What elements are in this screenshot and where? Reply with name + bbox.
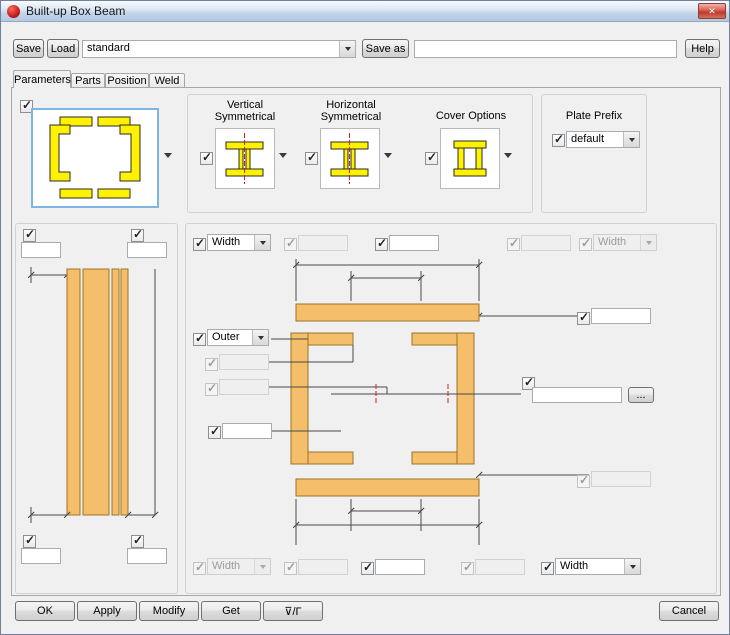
main-profile-preview[interactable] bbox=[31, 108, 159, 208]
chevron-down-icon bbox=[624, 559, 640, 574]
close-icon: ✕ bbox=[708, 6, 716, 17]
horizontal-symmetrical-preview[interactable] bbox=[320, 128, 380, 189]
section-top-field3 bbox=[521, 235, 571, 251]
elevation-top-right-checkbox[interactable] bbox=[131, 229, 144, 242]
horizontal-symmetrical-dropdown-arrow[interactable] bbox=[384, 153, 392, 158]
plate-prefix-combo[interactable]: default bbox=[566, 131, 640, 148]
apply-button[interactable]: Apply bbox=[77, 601, 137, 621]
elevation-top-left-field[interactable] bbox=[21, 242, 61, 258]
section-right-top-checkbox[interactable] bbox=[577, 312, 590, 325]
elevation-top-right-field[interactable] bbox=[127, 242, 167, 258]
section-bottom-field2-checkbox[interactable] bbox=[361, 562, 374, 575]
section-bottom-width-right-combo[interactable]: Width bbox=[555, 558, 641, 575]
vertical-symmetry-thumbnail bbox=[216, 129, 274, 188]
section-right-top-field[interactable] bbox=[591, 308, 651, 324]
horizontal-symmetry-thumbnail bbox=[321, 129, 379, 188]
vertical-symmetrical-label: Vertical Symmetrical bbox=[213, 99, 277, 123]
elevation-bottom-right-checkbox[interactable] bbox=[131, 535, 144, 548]
profile-combo[interactable]: standard bbox=[82, 40, 356, 58]
main-profile-dropdown-arrow[interactable] bbox=[164, 153, 172, 158]
box-section-drawing bbox=[191, 253, 711, 553]
section-bottom-width-right-checkbox[interactable] bbox=[541, 562, 554, 575]
section-left-field3[interactable] bbox=[222, 423, 272, 439]
section-top-width-checkbox[interactable] bbox=[193, 238, 206, 251]
save-button[interactable]: Save bbox=[13, 39, 44, 58]
built-up-box-beam-dialog: Built-up Box Beam ✕ Save Load standard S… bbox=[0, 0, 730, 635]
vertical-symmetrical-preview[interactable] bbox=[215, 128, 275, 189]
elevation-top-left-checkbox[interactable] bbox=[23, 229, 36, 242]
tab-position[interactable]: Position bbox=[105, 73, 149, 87]
section-bottom-field3 bbox=[475, 559, 525, 575]
tab-parts[interactable]: Parts bbox=[71, 73, 105, 87]
get-button[interactable]: Get bbox=[201, 601, 261, 621]
section-right-bottom-field bbox=[591, 471, 651, 487]
section-left-field1 bbox=[219, 354, 269, 370]
beam-elevation-drawing bbox=[21, 263, 163, 531]
vertical-symmetrical-checkbox[interactable] bbox=[200, 152, 213, 165]
save-as-button[interactable]: Save as bbox=[362, 39, 409, 58]
section-left-field2 bbox=[219, 379, 269, 395]
chevron-down-icon bbox=[252, 330, 268, 345]
plate-prefix-checkbox[interactable] bbox=[552, 134, 565, 147]
tab-weld[interactable]: Weld bbox=[149, 73, 185, 87]
chevron-down-icon bbox=[623, 132, 639, 147]
box-profile-thumbnail bbox=[33, 110, 157, 206]
cover-options-dropdown-arrow[interactable] bbox=[504, 153, 512, 158]
titlebar[interactable]: Built-up Box Beam ✕ bbox=[1, 1, 729, 22]
outer-checkbox[interactable] bbox=[193, 333, 206, 346]
app-icon bbox=[7, 5, 20, 18]
section-top-width-combo[interactable]: Width bbox=[207, 234, 271, 251]
tab-parameters[interactable]: Parameters bbox=[13, 70, 71, 88]
modify-button[interactable]: Modify bbox=[139, 601, 199, 621]
section-top-field1-checkbox bbox=[284, 238, 297, 251]
vertical-symmetrical-dropdown-arrow[interactable] bbox=[279, 153, 287, 158]
toggle-checkboxes-button[interactable]: ⊽/Γ bbox=[263, 601, 323, 621]
chevron-down-icon bbox=[339, 41, 355, 57]
chevron-down-icon bbox=[254, 235, 270, 250]
section-top-width-right-combo: Width bbox=[593, 234, 657, 251]
chevron-down-icon bbox=[254, 559, 270, 574]
section-top-field2-checkbox[interactable] bbox=[375, 238, 388, 251]
section-bottom-field3-checkbox bbox=[461, 562, 474, 575]
cover-options-thumbnail bbox=[441, 129, 499, 188]
help-button[interactable]: Help bbox=[685, 39, 720, 58]
plate-prefix-label: Plate Prefix bbox=[552, 110, 636, 122]
section-right-bottom-checkbox bbox=[577, 475, 590, 488]
cover-options-checkbox[interactable] bbox=[425, 152, 438, 165]
cover-options-label: Cover Options bbox=[425, 110, 517, 122]
cancel-button[interactable]: Cancel bbox=[659, 601, 719, 621]
profile-combo-value: standard bbox=[83, 41, 339, 57]
section-left-field1-checkbox bbox=[205, 358, 218, 371]
outer-combo[interactable]: Outer bbox=[207, 329, 269, 346]
section-top-field2[interactable] bbox=[389, 235, 439, 251]
section-bottom-field1-checkbox bbox=[284, 562, 297, 575]
section-left-field2-checkbox bbox=[205, 383, 218, 396]
close-button[interactable]: ✕ bbox=[698, 3, 726, 19]
save-as-input[interactable] bbox=[414, 40, 677, 58]
elevation-bottom-right-field[interactable] bbox=[127, 548, 167, 564]
section-bottom-width-combo: Width bbox=[207, 558, 271, 575]
elevation-bottom-left-field[interactable] bbox=[21, 548, 61, 564]
section-bottom-field1 bbox=[298, 559, 348, 575]
section-top-field1 bbox=[298, 235, 348, 251]
section-right-middle-field[interactable] bbox=[532, 387, 622, 403]
ok-button[interactable]: OK bbox=[15, 601, 75, 621]
chevron-down-icon bbox=[640, 235, 656, 250]
elevation-bottom-left-checkbox[interactable] bbox=[23, 535, 36, 548]
horizontal-symmetrical-label: Horizontal Symmetrical bbox=[319, 99, 383, 123]
section-bottom-field2[interactable] bbox=[375, 559, 425, 575]
section-left-field3-checkbox[interactable] bbox=[208, 426, 221, 439]
load-button[interactable]: Load bbox=[47, 39, 79, 58]
window-title: Built-up Box Beam bbox=[26, 4, 125, 18]
cover-options-preview[interactable] bbox=[440, 128, 500, 189]
browse-button[interactable]: ... bbox=[628, 387, 654, 403]
section-top-width-right-checkbox bbox=[579, 238, 592, 251]
toggle-checkboxes-icon: ⊽/Γ bbox=[284, 605, 301, 618]
section-bottom-width-checkbox bbox=[193, 562, 206, 575]
horizontal-symmetrical-checkbox[interactable] bbox=[305, 152, 318, 165]
section-top-field3-checkbox bbox=[507, 238, 520, 251]
